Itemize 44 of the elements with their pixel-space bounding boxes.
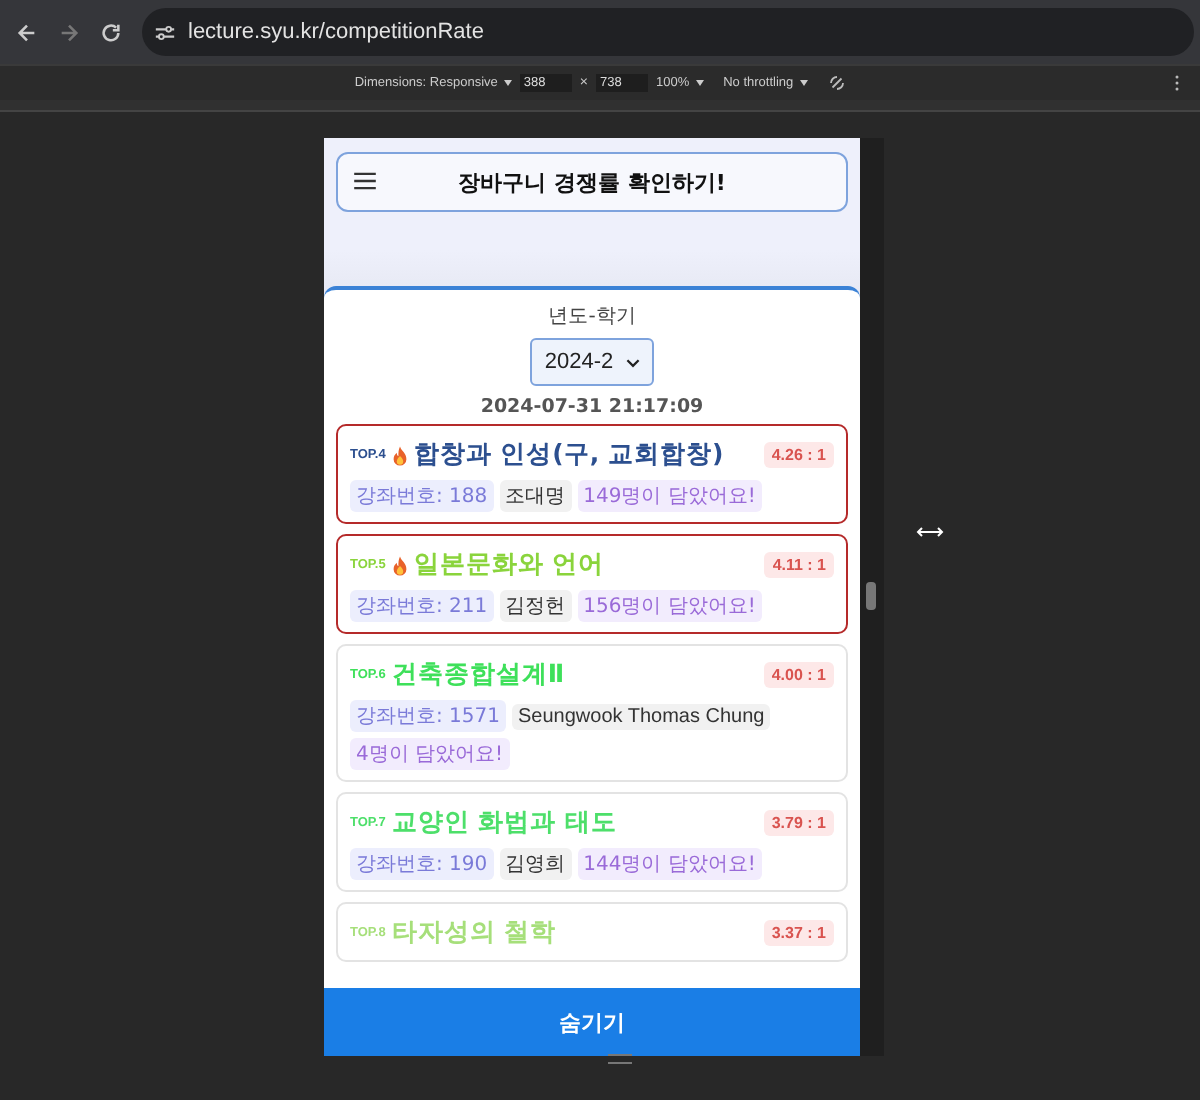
course-title: 합창과 인성(구, 교회합창) (413, 438, 726, 472)
course-number-tag: 강좌번호: 190 (350, 848, 494, 880)
cart-count-tag: 4명이 담았어요! (350, 738, 510, 770)
course-title: 건축종합설계Ⅱ (391, 658, 567, 692)
flame-icon (391, 555, 408, 575)
rotate-icon[interactable] (827, 74, 846, 92)
caret-icon (799, 80, 808, 86)
scrollbar-thumb[interactable] (866, 582, 876, 610)
semester-select[interactable]: 2024-2 (530, 338, 654, 386)
ratio-badge: 3.79 : 1 (763, 810, 834, 836)
flame-icon (391, 445, 408, 465)
caret-icon (695, 80, 704, 86)
professor-tag: Seungwook Thomas Chung (512, 703, 771, 729)
cart-count-tag: 144명이 담았어요! (577, 848, 762, 880)
cursor-icon (916, 526, 944, 538)
caret-icon (503, 80, 512, 86)
semester-label: 년도-학기 (548, 304, 636, 330)
professor-tag: 김정헌 (499, 590, 572, 622)
course-number-tag: 강좌번호: 211 (350, 590, 494, 622)
back-icon[interactable] (16, 21, 38, 43)
chevron-icon (625, 357, 640, 367)
course-number-tag: 강좌번호: 188 (350, 480, 494, 512)
professor-tag: 김영희 (499, 848, 572, 880)
timestamp: 2024-07-31 21:17:09 (480, 396, 704, 418)
resize-handle[interactable] (608, 1054, 632, 1064)
course-title: 타자성의 철학 (391, 916, 559, 950)
professor-tag: 조대명 (499, 480, 572, 512)
forward-icon[interactable] (58, 21, 80, 43)
ratio-badge: 4.00 : 1 (763, 662, 834, 688)
course-title: 교양인 화법과 태도 (391, 806, 620, 840)
course-number-tag: 강좌번호: 1571 (350, 700, 506, 732)
page-title: 장바구니 경쟁률 확인하기! (458, 167, 726, 197)
site-info-icon[interactable] (154, 21, 176, 43)
ratio-badge: 4.26 : 1 (763, 442, 834, 468)
more-icon[interactable] (1174, 74, 1180, 92)
course-title: 일본문화와 언어 (413, 548, 607, 582)
address-bar[interactable]: lecture.syu.kr/competitionRate (142, 8, 1194, 56)
ratio-badge: 3.37 : 1 (763, 920, 834, 946)
cart-count-tag: 149명이 담았어요! (577, 480, 762, 512)
hide-button[interactable]: 숨기기 (324, 988, 860, 1056)
ratio-badge: 4.11 : 1 (764, 552, 834, 578)
cart-count-tag: 156명이 담았어요! (577, 590, 762, 622)
menu-icon[interactable] (354, 172, 376, 190)
reload-icon[interactable] (100, 21, 122, 43)
